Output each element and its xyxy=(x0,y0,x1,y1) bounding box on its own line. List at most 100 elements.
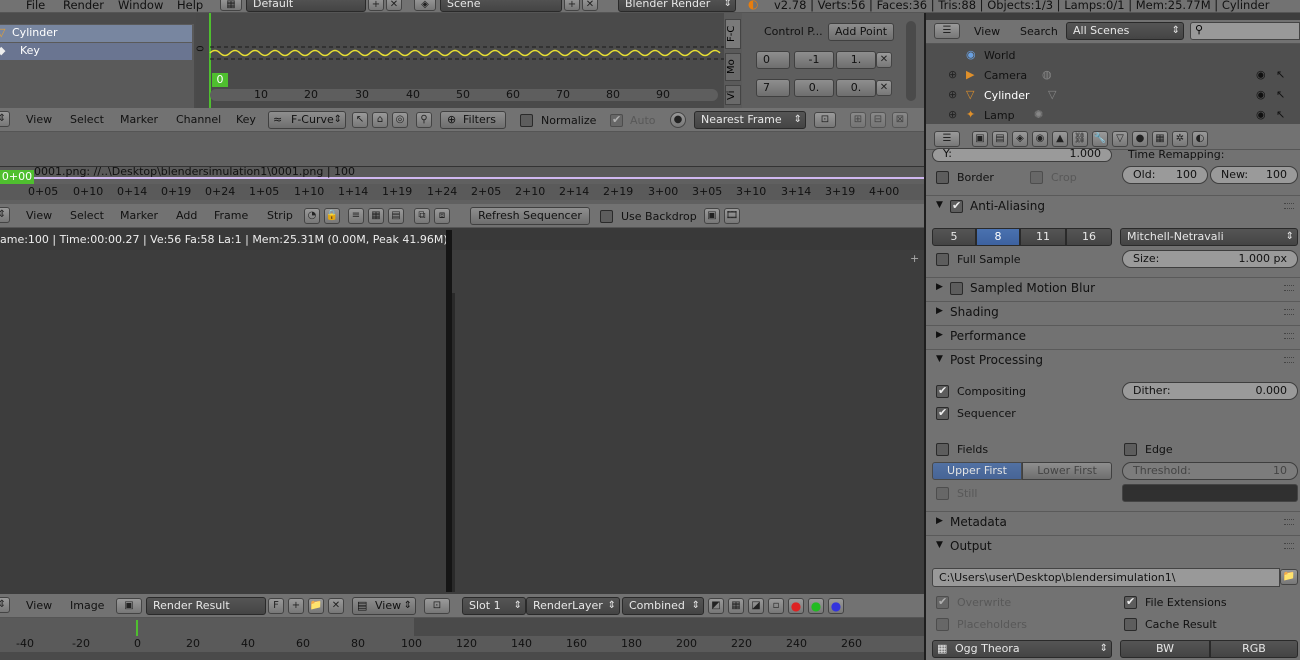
add-layout-icon[interactable]: + xyxy=(368,0,384,11)
menu-strip[interactable]: Strip xyxy=(267,209,293,222)
image-name-field[interactable]: Render Result xyxy=(146,597,266,615)
drag-handle-icon[interactable] xyxy=(1284,519,1294,525)
normalize-checkbox[interactable] xyxy=(520,114,533,127)
crop-checkbox[interactable] xyxy=(1030,171,1043,184)
menu-channel[interactable]: Channel xyxy=(176,113,221,126)
unlink-image-icon[interactable]: ✕ xyxy=(328,598,344,614)
outliner-item-world[interactable]: ◉ World xyxy=(926,47,1300,65)
color-icon[interactable]: ▦ xyxy=(728,598,744,614)
drag-handle-icon[interactable] xyxy=(1284,333,1294,339)
tab-view[interactable]: Vi xyxy=(725,85,741,105)
screen-layout-icon[interactable]: ▦ xyxy=(220,0,242,11)
add-panel-icon[interactable]: + xyxy=(910,252,919,265)
fake-user-button[interactable]: F xyxy=(268,598,284,614)
anti-aliasing-checkbox[interactable] xyxy=(950,199,963,213)
fields-checkbox[interactable] xyxy=(936,443,949,456)
menu-view[interactable]: View xyxy=(26,209,52,222)
filter-size-field[interactable]: Size: 1.000 px xyxy=(1122,250,1298,268)
old-frames-field[interactable]: Old: 100 xyxy=(1122,166,1208,184)
physics-tab-icon[interactable]: ◐ xyxy=(1192,131,1208,147)
menu-add[interactable]: Add xyxy=(176,209,197,222)
display-mode-selector[interactable]: All Scenes xyxy=(1066,22,1184,40)
menu-marker[interactable]: Marker xyxy=(120,113,158,126)
motion-blur-checkbox[interactable] xyxy=(950,282,963,295)
frame-marker[interactable]: 0 xyxy=(212,73,228,87)
visibility-icon[interactable]: ◉ xyxy=(1256,88,1266,101)
render-layers-tab-icon[interactable]: ▤ xyxy=(992,131,1008,147)
render-engine-selector[interactable]: Blender Render xyxy=(618,0,736,12)
section-metadata[interactable]: ▶ Metadata xyxy=(926,511,1300,533)
texture-tab-icon[interactable]: ▦ xyxy=(1152,131,1168,147)
render-tab-icon[interactable]: ▣ xyxy=(972,131,988,147)
menu-view[interactable]: View xyxy=(974,25,1000,38)
color-alpha-icon[interactable]: ◩ xyxy=(708,598,724,614)
render-image-icon[interactable]: ▣ xyxy=(704,208,720,224)
timer-icon[interactable]: ◔ xyxy=(304,208,320,224)
cache-result-checkbox[interactable] xyxy=(1124,618,1137,631)
constraints-tab-icon[interactable]: ⛓ xyxy=(1072,131,1088,147)
preview-view-icon[interactable]: ▦ xyxy=(368,208,384,224)
menu-select[interactable]: Select xyxy=(70,209,104,222)
channel-cylinder[interactable]: ▽ Cylinder xyxy=(0,25,192,42)
editor-type-icon[interactable]: ☰ xyxy=(934,23,960,39)
drag-handle-icon[interactable] xyxy=(1284,285,1294,291)
timeline-area[interactable]: -40 -20 0 20 40 60 80 100 120 140 160 18… xyxy=(0,618,924,660)
scene-tab-icon[interactable]: ◈ xyxy=(1012,131,1028,147)
sequencer-view-icon[interactable]: ≡ xyxy=(348,208,364,224)
remove-scene-icon[interactable]: ✕ xyxy=(582,0,598,11)
expand-icon[interactable]: ⊕ xyxy=(948,108,957,121)
copy-strip-icon[interactable]: ⧉ xyxy=(414,208,430,224)
data-tab-icon[interactable]: ▽ xyxy=(1112,131,1128,147)
expand-icon[interactable]: ⊕ xyxy=(948,68,957,81)
outliner-search-field[interactable]: ⚲ xyxy=(1190,22,1300,40)
file-format-selector[interactable]: ▦ Ogg Theora xyxy=(932,640,1112,658)
add-scene-icon[interactable]: + xyxy=(564,0,580,11)
selectability-icon[interactable]: ↖ xyxy=(1276,68,1285,81)
sequencer-checkbox[interactable] xyxy=(936,406,949,420)
timeline-playhead[interactable] xyxy=(136,620,138,636)
scene-selector[interactable]: Scene xyxy=(440,0,562,12)
slot-selector[interactable]: Slot 1 xyxy=(462,597,526,615)
auto-checkbox[interactable] xyxy=(610,113,623,127)
visibility-icon[interactable]: ◉ xyxy=(1256,68,1266,81)
render-layer-selector[interactable]: RenderLayer xyxy=(526,597,620,615)
green-channel-icon[interactable]: ● xyxy=(808,598,824,614)
cp-field-6[interactable]: 0. xyxy=(836,79,876,97)
compositing-checkbox[interactable] xyxy=(936,384,949,398)
channel-key[interactable]: ◆ Key xyxy=(0,43,192,60)
paste-strip-icon[interactable]: ⧈ xyxy=(434,208,450,224)
menu-view[interactable]: View xyxy=(26,599,52,612)
menu-window[interactable]: Window xyxy=(118,0,163,12)
cp-field-3[interactable]: 1. xyxy=(836,51,876,69)
color-rgb-button[interactable]: RGB xyxy=(1210,640,1298,658)
menu-search[interactable]: Search xyxy=(1020,25,1058,38)
border-checkbox[interactable] xyxy=(936,171,949,184)
section-output[interactable]: ▼ Output xyxy=(926,535,1300,557)
aa-samples-5[interactable]: 5 xyxy=(932,228,976,246)
outliner-item-camera[interactable]: ⊕ ▶ Camera ◍ ◉ ↖ xyxy=(926,67,1300,85)
red-channel-icon[interactable]: ● xyxy=(788,598,804,614)
render-pass-selector[interactable]: Combined xyxy=(622,597,704,615)
tab-fcurve[interactable]: F-C xyxy=(725,19,741,49)
upper-first-button[interactable]: Upper First xyxy=(932,462,1022,480)
visibility-icon[interactable]: ◉ xyxy=(1256,108,1266,121)
section-anti-aliasing[interactable]: ▼ Anti-Aliasing xyxy=(926,195,1300,217)
tab-modifiers[interactable]: Mo xyxy=(725,53,741,81)
pivot-icon[interactable]: ⊡ xyxy=(424,598,450,614)
ghost-icon[interactable]: ⌂ xyxy=(372,112,388,128)
pivot-icon[interactable]: ⊡ xyxy=(814,112,836,128)
dither-field[interactable]: Dither: 0.000 xyxy=(1122,382,1298,400)
menu-select[interactable]: Select xyxy=(70,113,104,126)
add-point-button[interactable]: Add Point xyxy=(828,23,894,41)
menu-frame[interactable]: Frame xyxy=(214,209,248,222)
section-sampled-motion-blur[interactable]: ▶ Sampled Motion Blur xyxy=(926,277,1300,299)
section-performance[interactable]: ▶ Performance xyxy=(926,325,1300,347)
lower-first-button[interactable]: Lower First xyxy=(1022,462,1112,480)
menu-image[interactable]: Image xyxy=(70,599,104,612)
filters-button[interactable]: ⊕ Filters xyxy=(440,111,506,129)
sequencer-area[interactable]: 0001.png: //..\Desktop\blendersimulation… xyxy=(0,132,924,204)
target-icon[interactable]: ◎ xyxy=(392,112,408,128)
blue-channel-icon[interactable]: ● xyxy=(828,598,844,614)
copy-keys-icon[interactable]: ⊞ xyxy=(850,112,866,128)
alpha-icon[interactable]: ◪ xyxy=(748,598,764,614)
